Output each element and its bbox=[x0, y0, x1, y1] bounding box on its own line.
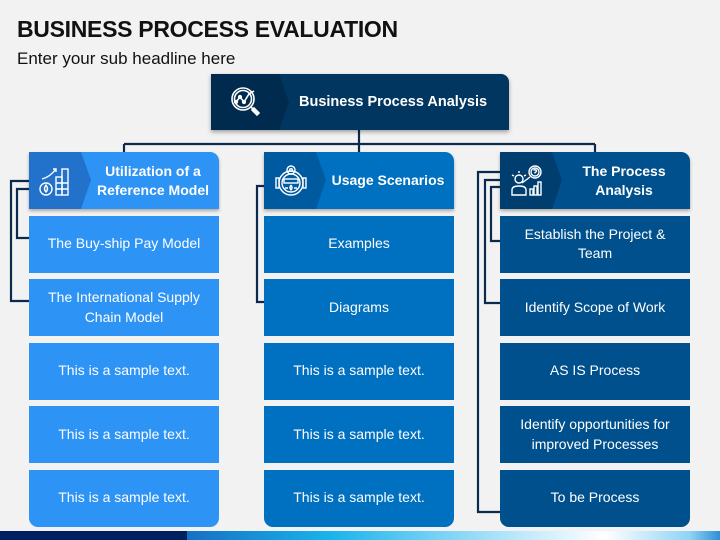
column-usage-scenarios: Usage Scenarios Examples Diagrams This i… bbox=[264, 152, 454, 527]
list-item[interactable]: Identify Scope of Work bbox=[500, 279, 690, 336]
list-item[interactable]: Examples bbox=[264, 215, 454, 273]
list-item[interactable]: This is a sample text. bbox=[29, 469, 219, 527]
column-icon-box bbox=[500, 152, 562, 209]
root-node[interactable]: Business Process Analysis bbox=[211, 74, 509, 130]
list-item[interactable]: Identify opportunities for improved Proc… bbox=[500, 406, 690, 463]
list-item[interactable]: This is a sample text. bbox=[264, 342, 454, 400]
root-icon-box bbox=[211, 74, 289, 130]
list-item[interactable]: Establish the Project & Team bbox=[500, 215, 690, 273]
list-item[interactable]: This is a sample text. bbox=[29, 406, 219, 463]
column-header-label: Utilization of a Reference Model bbox=[96, 162, 210, 198]
column-header-label: Usage Scenarios bbox=[331, 172, 445, 188]
column-header[interactable]: The Process Analysis bbox=[500, 152, 690, 209]
column-reference-model: Utilization of a Reference Model The Buy… bbox=[29, 152, 219, 527]
column-icon-box bbox=[29, 152, 91, 209]
list-item[interactable]: This is a sample text. bbox=[264, 469, 454, 527]
column-process-analysis: The Process Analysis Establish the Proje… bbox=[500, 152, 690, 527]
magnifier-chart-icon bbox=[231, 87, 261, 117]
connector-col1-inner bbox=[15, 187, 29, 240]
list-item[interactable]: AS IS Process bbox=[500, 342, 690, 400]
page-subtitle: Enter your sub headline here bbox=[17, 49, 236, 68]
connector-col3-outer bbox=[476, 170, 500, 514]
meter-device-icon bbox=[275, 164, 307, 196]
list-item[interactable]: This is a sample text. bbox=[29, 342, 219, 400]
connector-col2-bracket bbox=[255, 184, 264, 304]
column-header[interactable]: Utilization of a Reference Model bbox=[29, 152, 219, 209]
connector-col3-inner bbox=[489, 185, 500, 243]
growth-chart-drop-icon bbox=[39, 167, 69, 196]
analyst-idea-chart-icon bbox=[511, 164, 542, 196]
list-item[interactable]: The International Supply Chain Model bbox=[29, 279, 219, 336]
list-item[interactable]: To be Process bbox=[500, 469, 690, 527]
connector-col1-outer bbox=[9, 179, 29, 303]
list-item[interactable]: This is a sample text. bbox=[264, 406, 454, 463]
list-item[interactable]: The Buy-ship Pay Model bbox=[29, 215, 219, 273]
column-header[interactable]: Usage Scenarios bbox=[264, 152, 454, 209]
column-icon-box bbox=[264, 152, 326, 209]
page-title: BUSINESS PROCESS EVALUATION bbox=[17, 16, 398, 42]
root-label: Business Process Analysis bbox=[299, 94, 488, 110]
connector-col3-mid bbox=[483, 178, 500, 305]
list-item[interactable]: Diagrams bbox=[264, 279, 454, 336]
column-header-label: The Process Analysis bbox=[582, 162, 666, 198]
footer-gradient-bar bbox=[0, 531, 720, 540]
